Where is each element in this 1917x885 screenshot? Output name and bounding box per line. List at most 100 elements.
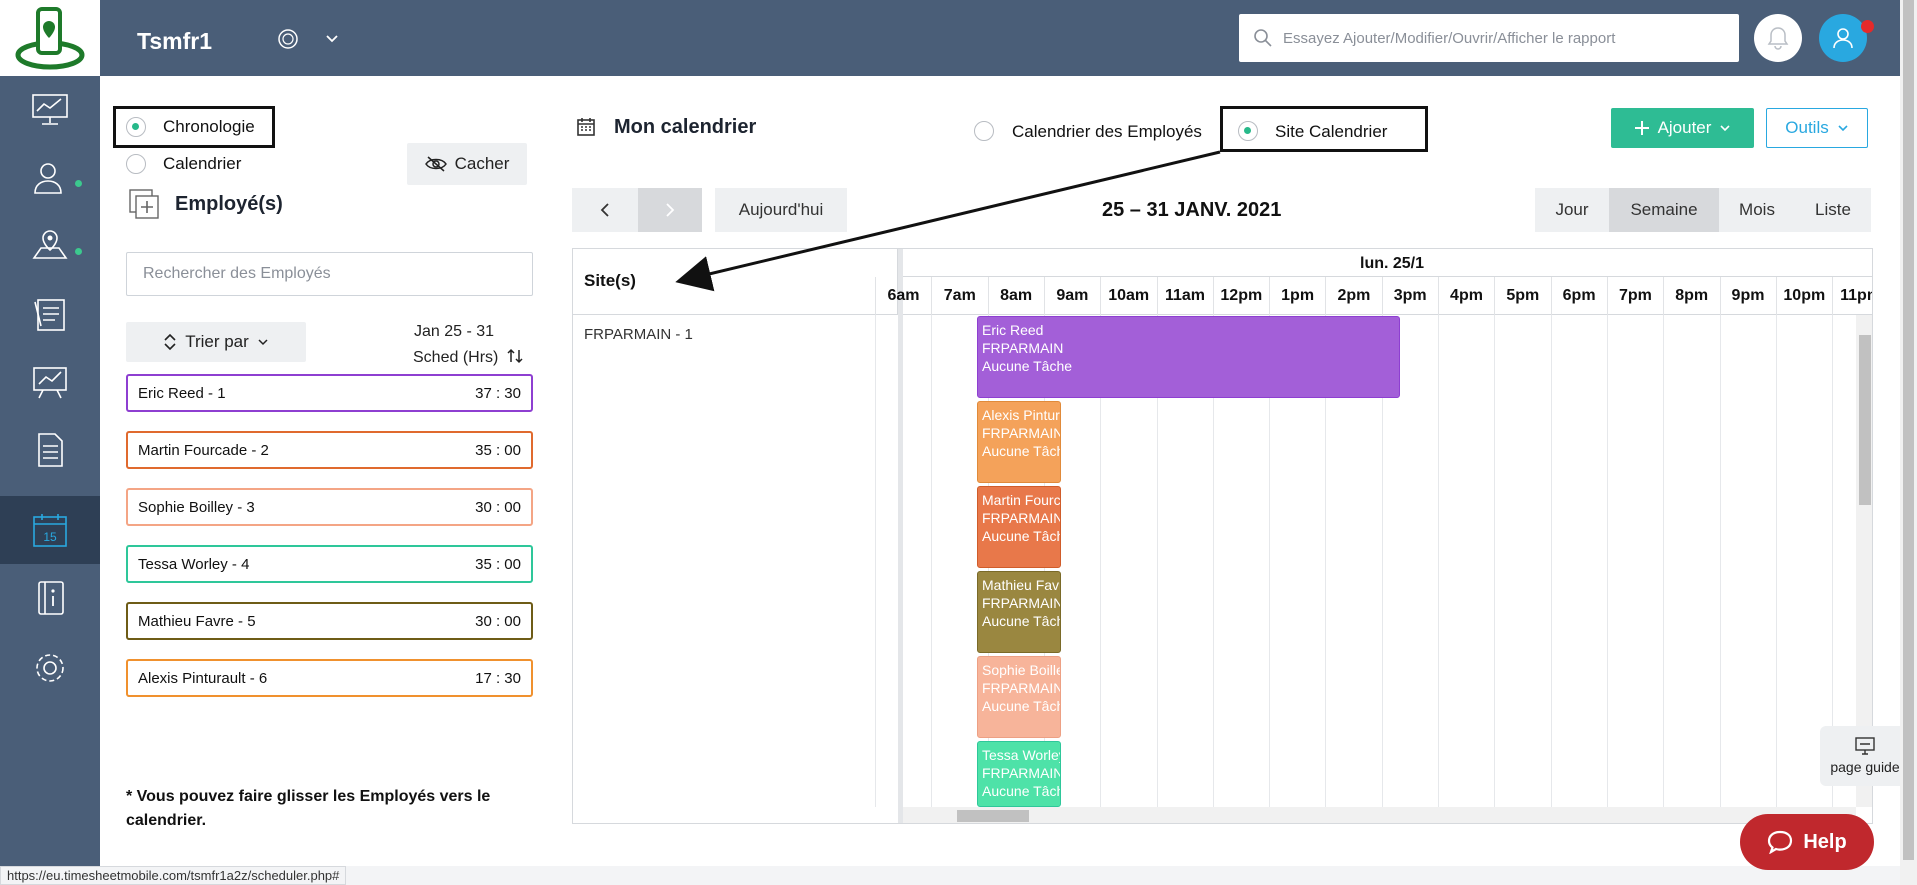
sort-button[interactable]: Trier par: [126, 322, 306, 362]
employees-calendar-label[interactable]: Calendrier des Employés: [1012, 122, 1202, 142]
dashboard-icon[interactable]: [0, 76, 100, 144]
event-task: Aucune Tâche: [982, 358, 1073, 374]
schedule-hours-label: Sched (Hrs): [413, 349, 499, 366]
locations-icon[interactable]: [0, 212, 100, 280]
add-employee-icon[interactable]: [128, 188, 160, 220]
hour-label: 2pm: [1325, 277, 1381, 315]
employees-calendar-radio[interactable]: [974, 121, 994, 141]
employee-row[interactable]: Sophie Boilley - 3 30 : 00: [126, 488, 533, 526]
help-button[interactable]: Help: [1740, 814, 1874, 870]
info-icon[interactable]: [0, 564, 100, 632]
shift-event[interactable]: Alexis Pinturault FRPARMAIN Aucune Tâche: [977, 401, 1061, 483]
monitor-icon: [1855, 737, 1875, 755]
shift-event[interactable]: Eric Reed FRPARMAIN Aucune Tâche: [977, 316, 1400, 398]
next-week-button[interactable]: [638, 188, 702, 232]
chevron-left-icon: [600, 203, 609, 217]
chronologie-radio[interactable]: [126, 117, 146, 137]
chat-icon: [1768, 830, 1793, 854]
hour-label: 9am: [1043, 277, 1100, 315]
previous-week-button[interactable]: [572, 188, 638, 232]
notifications-button[interactable]: [1754, 14, 1802, 62]
status-bar-url: https://eu.timesheetmobile.com/tsmfr1a2z…: [0, 866, 347, 885]
grid-column-line: [875, 315, 876, 807]
calendar-icon: [577, 118, 595, 136]
page-scrollbar[interactable]: [1900, 0, 1917, 885]
scheduler-icon[interactable]: 15: [0, 496, 100, 564]
add-button[interactable]: Ajouter: [1611, 108, 1754, 148]
employee-name: Martin Fourcade - 2: [138, 441, 269, 459]
hour-label: 12pm: [1212, 277, 1269, 315]
hour-label: 7am: [931, 277, 987, 315]
plus-icon: [1634, 121, 1649, 135]
column-splitter[interactable]: [898, 249, 903, 823]
shift-event[interactable]: Mathieu Favre FRPARMAIN Aucune Tâche: [977, 571, 1061, 653]
sort-icon: [164, 333, 176, 351]
tools-button[interactable]: Outils: [1766, 108, 1868, 148]
event-employee: Tessa Worley: [982, 747, 1061, 763]
event-employee: Eric Reed: [982, 322, 1044, 338]
tasks-icon[interactable]: [0, 280, 100, 348]
company-name[interactable]: Tsmfr1: [137, 28, 212, 55]
settings-icon[interactable]: [0, 634, 100, 702]
view-tab[interactable]: Jour: [1535, 188, 1609, 232]
documents-icon[interactable]: [0, 416, 100, 484]
employee-row[interactable]: Eric Reed - 1 37 : 30: [126, 374, 533, 412]
employee-row[interactable]: Tessa Worley - 4 35 : 00: [126, 545, 533, 583]
shift-event[interactable]: Sophie Boilley FRPARMAIN Aucune Tâche: [977, 656, 1061, 738]
employee-hours: 37 : 30: [475, 384, 521, 402]
view-tab[interactable]: Semaine: [1609, 188, 1719, 232]
resource-row[interactable]: FRPARMAIN - 1: [584, 326, 693, 343]
user-avatar-button[interactable]: [1819, 14, 1867, 62]
site-calendar-label[interactable]: Site Calendrier: [1275, 122, 1387, 142]
event-site: FRPARMAIN: [982, 595, 1061, 611]
resource-header-label: Site(s): [584, 271, 636, 290]
employees-icon[interactable]: [0, 144, 100, 212]
page-scroll-thumb[interactable]: [1903, 0, 1914, 860]
shift-event[interactable]: Martin Fourcade FRPARMAIN Aucune Tâche: [977, 486, 1061, 568]
view-tab[interactable]: Liste: [1795, 188, 1871, 232]
event-task: Aucune Tâche: [982, 783, 1060, 799]
vertical-scroll-thumb[interactable]: [1859, 335, 1871, 505]
page-guide-label: page guide: [1830, 759, 1900, 775]
hide-button[interactable]: Cacher: [407, 143, 527, 185]
event-site: FRPARMAIN: [982, 510, 1061, 526]
resource-header: Site(s): [573, 249, 898, 315]
employee-row[interactable]: Mathieu Favre - 5 30 : 00: [126, 602, 533, 640]
global-search-input[interactable]: Essayez Ajouter/Modifier/Ouvrir/Afficher…: [1239, 14, 1739, 62]
site-calendar-radio[interactable]: [1238, 121, 1258, 141]
user-icon: [1833, 28, 1853, 49]
search-icon: [1254, 29, 1272, 47]
event-site: FRPARMAIN: [982, 765, 1061, 781]
employee-row[interactable]: Martin Fourcade - 2 35 : 00: [126, 431, 533, 469]
event-site: FRPARMAIN: [982, 680, 1061, 696]
employee-search-input[interactable]: Rechercher des Employés: [126, 252, 533, 296]
hide-label: Cacher: [454, 154, 510, 173]
day-header: lun. 25/1: [903, 249, 1872, 277]
company-badge-icon[interactable]: [275, 26, 301, 52]
sort-toggle-icon: [507, 348, 523, 364]
view-tabs: Jour Semaine Mois Liste: [1535, 188, 1871, 232]
view-tab[interactable]: Mois: [1719, 188, 1795, 232]
shift-event[interactable]: Tessa Worley FRPARMAIN Aucune Tâche: [977, 741, 1061, 807]
page-guide-button[interactable]: page guide: [1820, 726, 1910, 786]
employee-search-placeholder: Rechercher des Employés: [143, 265, 331, 282]
calendrier-label[interactable]: Calendrier: [163, 154, 241, 174]
horizontal-scrollbar[interactable]: [903, 807, 1856, 823]
hour-label: 6pm: [1550, 277, 1607, 315]
horizontal-scroll-thumb[interactable]: [957, 810, 1029, 822]
chronologie-label[interactable]: Chronologie: [163, 117, 255, 137]
calendrier-radio[interactable]: [126, 154, 146, 174]
employee-name: Alexis Pinturault - 6: [138, 669, 268, 687]
today-button[interactable]: Aujourd'hui: [715, 188, 847, 232]
reports-icon[interactable]: [0, 348, 100, 416]
schedule-hours-header[interactable]: Sched (Hrs): [413, 348, 523, 367]
employee-row[interactable]: Alexis Pinturault - 6 17 : 30: [126, 659, 533, 697]
notification-dot: [1861, 20, 1874, 33]
event-site: FRPARMAIN: [982, 340, 1064, 356]
app-logo[interactable]: [0, 0, 100, 76]
grid-column-line: [1494, 315, 1496, 807]
grid-column-line: [931, 315, 933, 807]
event-employee: Mathieu Favre: [982, 577, 1060, 593]
chevron-down-icon[interactable]: [324, 30, 340, 46]
event-employee: Alexis Pinturault: [982, 407, 1060, 423]
